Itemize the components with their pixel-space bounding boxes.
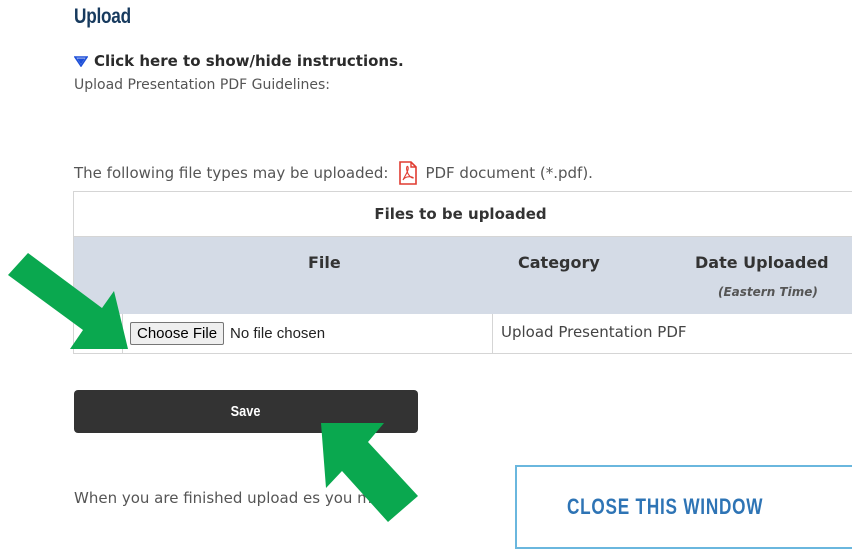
choose-file-button[interactable]: Choose File <box>130 322 225 345</box>
column-header-date-uploaded: Date Uploaded <box>695 253 829 272</box>
toggle-instructions-label: Click here to show/hide instructions. <box>94 52 404 70</box>
green-arrow-icon <box>321 423 418 522</box>
triangle-down-icon <box>74 55 88 67</box>
upload-table: Files to be uploaded File Category Date … <box>73 191 852 354</box>
green-arrow-icon <box>8 253 128 349</box>
table-caption: Files to be uploaded <box>374 205 547 223</box>
file-type-pdf: PDF document (*.pdf). <box>425 164 593 182</box>
guidelines-text: Upload Presentation PDF Guidelines: <box>74 77 330 93</box>
table-header-row: File Category Date Uploaded (Eastern Tim… <box>73 237 852 314</box>
file-types-line: The following file types may be uploaded… <box>74 161 593 185</box>
close-window-button[interactable]: CLOSE THIS WINDOW <box>515 465 852 549</box>
table-row: Choose File No file chosen Upload Presen… <box>73 314 852 354</box>
close-window-label: CLOSE THIS WINDOW <box>567 494 764 519</box>
column-header-timezone-note: (Eastern Time) <box>718 285 818 299</box>
save-button-label: Save <box>231 403 261 420</box>
file-input[interactable]: Choose File No file chosen <box>130 322 325 345</box>
pdf-file-icon <box>399 161 418 185</box>
toggle-instructions-link[interactable]: Click here to show/hide instructions. <box>74 52 404 70</box>
cell-divider <box>492 314 493 353</box>
category-cell: Upload Presentation PDF <box>501 323 687 341</box>
column-header-file: File <box>308 253 341 272</box>
column-header-category: Category <box>518 253 600 272</box>
page-title: Upload <box>74 5 131 28</box>
file-status-text: No file chosen <box>230 325 326 342</box>
file-types-label: The following file types may be uploaded… <box>74 164 389 182</box>
table-caption-row: Files to be uploaded <box>73 192 852 237</box>
